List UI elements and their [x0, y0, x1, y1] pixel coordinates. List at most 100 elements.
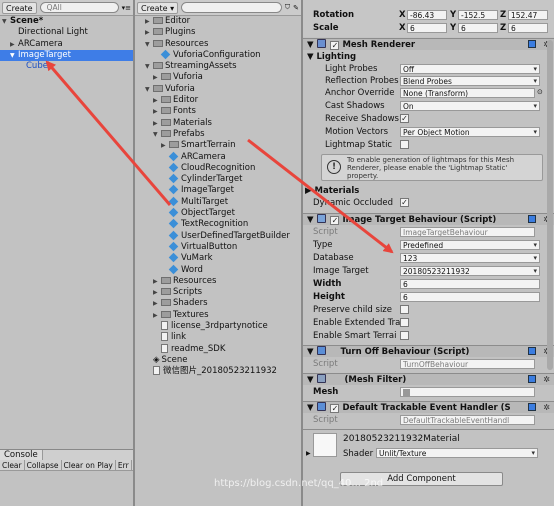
- hierarchy-tree-item[interactable]: Cube: [0, 61, 133, 72]
- project-tree-item[interactable]: ▼ Resources: [135, 39, 301, 50]
- project-tree-item[interactable]: ▶ Editor: [135, 16, 301, 27]
- project-tree-item[interactable]: TextRecognition: [135, 219, 301, 230]
- database-dropdown[interactable]: 123: [400, 253, 540, 263]
- project-tree-item[interactable]: ▶ Vuforia: [135, 72, 301, 83]
- label-icon[interactable]: ✎: [293, 4, 299, 12]
- project-tree-item[interactable]: CylinderTarget: [135, 173, 301, 185]
- smart-terrain-checkbox[interactable]: [400, 331, 409, 340]
- reflection-probes-dropdown[interactable]: Blend Probes: [400, 76, 540, 86]
- anchor-override-field[interactable]: None (Transform): [400, 88, 535, 98]
- project-tree-item[interactable]: ▶ Shaders: [135, 298, 301, 309]
- foldout-arrow-icon[interactable]: ▼: [307, 40, 314, 50]
- scale-y-field[interactable]: 6: [458, 23, 498, 33]
- project-tree-item[interactable]: readme_SDK: [135, 343, 301, 355]
- foldout-arrow-icon[interactable]: ▼: [307, 215, 314, 225]
- project-tree-item[interactable]: ▼ Vuforia: [135, 84, 301, 95]
- foldout-arrow-icon[interactable]: ▶: [153, 298, 161, 309]
- hierarchy-menu-icon[interactable]: ▾≡: [122, 4, 131, 12]
- project-tree-item[interactable]: 微信图片_20180523211932: [135, 366, 301, 377]
- project-tree-item[interactable]: Word: [135, 264, 301, 276]
- foldout-arrow-icon[interactable]: ▶: [153, 72, 161, 83]
- reference-icon[interactable]: [528, 40, 536, 48]
- reference-icon[interactable]: [528, 215, 536, 223]
- type-dropdown[interactable]: Predefined: [400, 240, 540, 250]
- project-tree-item[interactable]: ▶ Fonts: [135, 106, 301, 117]
- add-component-button[interactable]: Add Component: [340, 472, 503, 486]
- lightmap-static-checkbox[interactable]: [400, 140, 409, 149]
- light-probes-dropdown[interactable]: Off: [400, 64, 540, 74]
- reference-icon[interactable]: [528, 347, 536, 355]
- filter-icon[interactable]: ⛉: [285, 3, 290, 12]
- hierarchy-tree-item[interactable]: ▼ ImageTarget: [0, 49, 133, 62]
- preserve-child-size-checkbox[interactable]: [400, 305, 409, 314]
- project-tree-item[interactable]: VuMark: [135, 252, 301, 264]
- project-tree-item[interactable]: ▶ Textures: [135, 310, 301, 321]
- inspector-scrollbar[interactable]: [547, 40, 553, 370]
- rotation-x-field[interactable]: -86.43: [407, 10, 447, 20]
- hierarchy-tree-item[interactable]: ▶ ARCamera: [0, 39, 133, 50]
- shader-dropdown[interactable]: Unlit/Texture: [376, 448, 538, 458]
- foldout-arrow-icon[interactable]: ▼: [145, 39, 153, 50]
- foldout-arrow-icon[interactable]: ▶: [10, 39, 18, 50]
- project-tree-item[interactable]: ▶ Editor: [135, 95, 301, 106]
- project-tree-item[interactable]: ▶ Plugins: [135, 27, 301, 38]
- project-search-input[interactable]: [181, 2, 282, 13]
- image-target-enabled-checkbox[interactable]: [330, 216, 340, 225]
- project-tree-item[interactable]: ▼ StreamingAssets: [135, 61, 301, 72]
- project-tree-item[interactable]: link: [135, 332, 301, 343]
- object-picker-icon[interactable]: ⊙: [537, 88, 543, 96]
- image-target-dropdown[interactable]: 20180523211932: [400, 266, 540, 276]
- rotation-y-field[interactable]: -152.5: [458, 10, 498, 20]
- project-tree-item[interactable]: ImageTarget: [135, 185, 301, 196]
- foldout-arrow-icon[interactable]: ▶: [153, 106, 161, 117]
- foldout-arrow-icon[interactable]: ▼: [145, 61, 153, 72]
- project-tree-item[interactable]: VuforiaConfiguration: [135, 49, 301, 61]
- project-tree-item[interactable]: license_3rdpartynotice: [135, 321, 301, 332]
- foldout-arrow-icon[interactable]: ▶: [145, 27, 153, 38]
- foldout-arrow-icon[interactable]: ▼: [307, 347, 314, 357]
- hierarchy-create-button[interactable]: Create: [2, 1, 37, 14]
- width-field[interactable]: 6: [400, 279, 540, 289]
- default-handler-enabled-checkbox[interactable]: [330, 404, 340, 413]
- foldout-arrow-icon[interactable]: ▼: [307, 403, 314, 413]
- foldout-arrow-icon[interactable]: ▶: [153, 287, 161, 298]
- foldout-arrow-icon[interactable]: ▶: [153, 95, 161, 106]
- foldout-arrow-icon[interactable]: ▶: [153, 118, 161, 129]
- receive-shadows-checkbox[interactable]: [400, 114, 409, 123]
- height-field[interactable]: 6: [400, 292, 540, 302]
- project-tree-item[interactable]: ▼ Prefabs: [135, 129, 301, 140]
- console-error-pause-button[interactable]: Err: [116, 460, 132, 470]
- project-tree-item[interactable]: ▶ SmartTerrain: [135, 140, 301, 151]
- project-tree-item[interactable]: ARCamera: [135, 151, 301, 163]
- project-tree-item[interactable]: ObjectTarget: [135, 207, 301, 219]
- motion-vectors-dropdown[interactable]: Per Object Motion: [400, 127, 540, 137]
- mesh-field[interactable]: [400, 387, 535, 397]
- foldout-arrow-icon[interactable]: ▼: [307, 375, 314, 385]
- project-tree-item[interactable]: ▶ Scripts: [135, 287, 301, 298]
- project-create-button[interactable]: Create ▾: [137, 1, 179, 14]
- project-tree-item[interactable]: CloudRecognition: [135, 162, 301, 174]
- foldout-arrow-icon[interactable]: ▶: [145, 16, 153, 27]
- mesh-filter-header[interactable]: ▼ (Mesh Filter) ✲: [303, 373, 554, 385]
- foldout-arrow-icon[interactable]: ▶: [153, 310, 161, 321]
- gear-icon[interactable]: ✲: [543, 374, 550, 385]
- foldout-arrow-icon[interactable]: ▶: [161, 140, 169, 151]
- foldout-arrow-icon[interactable]: ▶: [306, 450, 311, 457]
- console-collapse-button[interactable]: Collapse: [25, 460, 62, 470]
- project-tree-item[interactable]: VirtualButton: [135, 241, 301, 253]
- foldout-arrow-icon[interactable]: ▼: [10, 50, 18, 61]
- project-tree-item[interactable]: ▶ Resources: [135, 276, 301, 287]
- hierarchy-search-input[interactable]: QAll: [39, 2, 119, 13]
- turn-off-header[interactable]: ▼ Turn Off Behaviour (Script) ✲: [303, 345, 554, 357]
- scale-x-field[interactable]: 6: [407, 23, 447, 33]
- image-target-header[interactable]: ▼ Image Target Behaviour (Script) ✲: [303, 213, 554, 225]
- extended-tracking-checkbox[interactable]: [400, 318, 409, 327]
- material-preview[interactable]: [313, 433, 337, 457]
- hierarchy-tree-item[interactable]: ▼ Scene*: [0, 16, 133, 27]
- mesh-renderer-enabled-checkbox[interactable]: [330, 41, 340, 50]
- materials-foldout[interactable]: ▶ Materials: [305, 186, 359, 196]
- rotation-z-field[interactable]: 152.47: [508, 10, 548, 20]
- cast-shadows-dropdown[interactable]: On: [400, 101, 540, 111]
- lighting-label[interactable]: ▼ Lighting: [307, 52, 356, 62]
- foldout-arrow-icon[interactable]: ▼: [2, 16, 10, 27]
